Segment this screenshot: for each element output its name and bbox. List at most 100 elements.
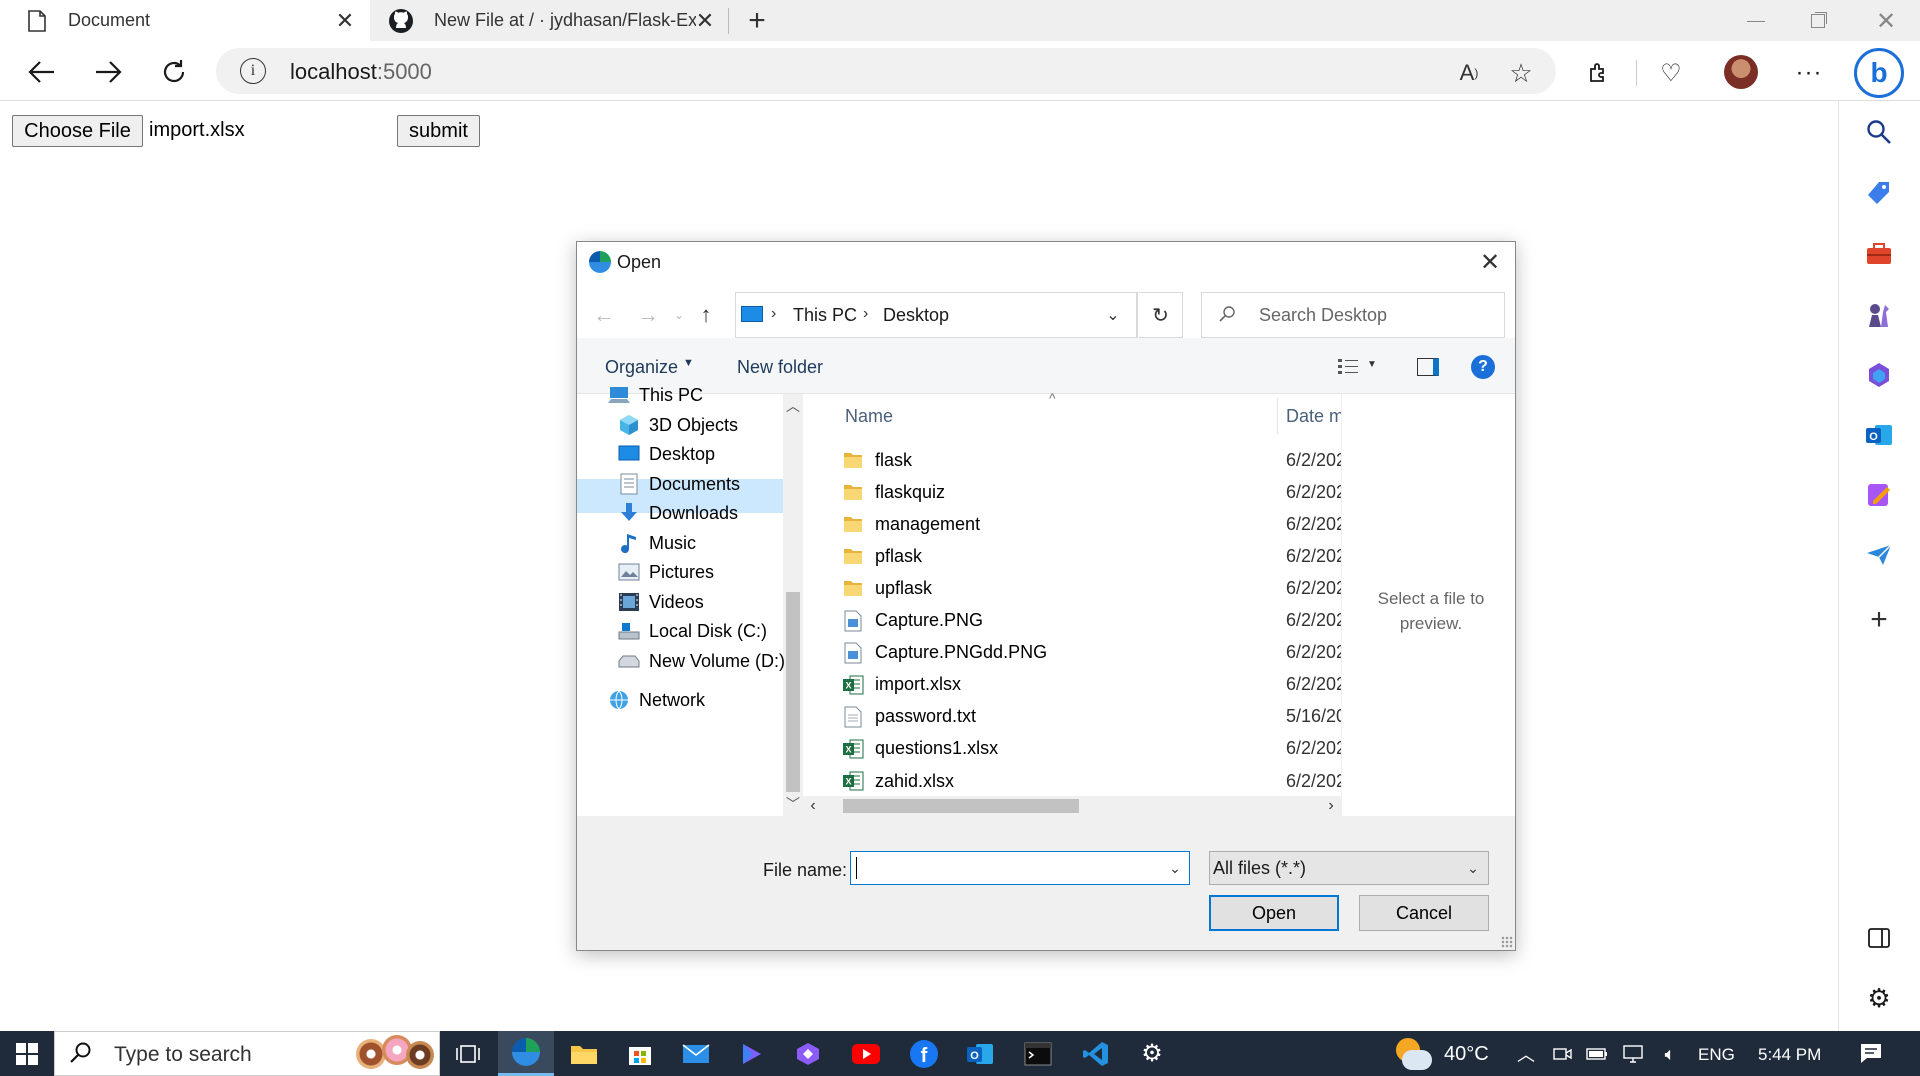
nav-item-new-volume-d[interactable]: New Volume (D:) <box>617 646 785 676</box>
file-row[interactable]: password.txt 5/16/20 <box>841 701 1341 733</box>
submit-button[interactable]: submit <box>397 115 480 147</box>
file-row[interactable]: Xquestions1.xlsx 6/2/202 <box>841 733 1341 765</box>
youtube-icon[interactable] <box>838 1031 894 1076</box>
power-automate-icon[interactable] <box>724 1031 780 1076</box>
nav-item-local-disk-c[interactable]: Local Disk (C:) <box>617 616 767 646</box>
preview-pane-icon[interactable] <box>1417 358 1439 376</box>
weather-cloud-sun-icon[interactable] <box>1392 1034 1434 1074</box>
forward-arrow-icon[interactable]: → <box>633 300 663 330</box>
file-row[interactable]: Capture.PNGdd.PNG 6/2/202 <box>841 637 1341 669</box>
file-row[interactable]: flaskquiz 6/2/202 <box>841 476 1341 508</box>
view-options-icon[interactable] <box>1335 354 1361 380</box>
nav-item-documents[interactable]: Documents <box>617 469 740 499</box>
view-options-chevron-icon[interactable]: ▼ <box>1367 359 1377 370</box>
resize-grip-icon[interactable] <box>1501 936 1513 948</box>
file-explorer-icon[interactable] <box>556 1031 612 1076</box>
nav-item-downloads[interactable]: Downloads <box>617 498 738 528</box>
send-drop-icon[interactable] <box>1838 535 1920 575</box>
nav-item-network[interactable]: Network <box>607 685 705 715</box>
help-icon[interactable]: ? <box>1471 355 1495 379</box>
settings-gear-icon[interactable]: ⚙ <box>1838 978 1920 1018</box>
edge-taskbar-icon[interactable] <box>498 1031 554 1076</box>
nav-item-music[interactable]: Music <box>617 528 696 558</box>
column-header-date[interactable]: Date m <box>1286 406 1344 427</box>
file-row[interactable]: upflask 6/2/202 <box>841 572 1341 604</box>
open-button[interactable]: Open <box>1209 895 1339 931</box>
scroll-left-chevron-icon[interactable]: ‹ <box>805 796 821 816</box>
file-row[interactable]: Ximport.xlsx 6/2/202 <box>841 669 1341 701</box>
close-icon[interactable]: ✕ <box>334 8 356 33</box>
extensions-icon[interactable] <box>1582 56 1616 90</box>
file-name-input[interactable] <box>850 851 1190 885</box>
new-tab-plus-icon[interactable]: + <box>740 4 774 38</box>
volume-icon[interactable]: 🔈︎ <box>1656 1041 1684 1067</box>
info-icon[interactable]: i <box>240 58 266 84</box>
close-icon[interactable]: ✕ <box>694 8 716 33</box>
outlook-icon[interactable]: O <box>1838 415 1920 455</box>
breadcrumb-desktop[interactable]: Desktop <box>883 305 949 326</box>
favorites-add-icon[interactable]: ☆ <box>1504 56 1538 90</box>
outlook-taskbar-icon[interactable]: O <box>952 1031 1008 1076</box>
terminal-icon[interactable] <box>1010 1031 1066 1076</box>
shopping-tag-icon[interactable] <box>1838 173 1920 213</box>
tools-briefcase-icon[interactable] <box>1838 234 1920 274</box>
file-row[interactable]: Xzahid.xlsx 6/2/202 <box>841 765 1341 796</box>
battery-icon[interactable] <box>1584 1041 1610 1067</box>
power-apps-icon[interactable] <box>780 1031 836 1076</box>
microsoft-365-icon[interactable] <box>1838 355 1920 395</box>
recent-chevron-down-icon[interactable]: ⌄ <box>669 300 689 330</box>
url-text[interactable]: localhost:5000 <box>290 59 432 85</box>
nav-item-pictures[interactable]: Pictures <box>617 557 714 587</box>
up-arrow-icon[interactable]: ↑ <box>691 300 721 330</box>
breadcrumb-this-pc[interactable]: This PC <box>793 305 857 326</box>
nav-item-3d-objects[interactable]: 3D Objects <box>617 410 738 440</box>
designer-icon[interactable] <box>1838 475 1920 515</box>
settings-gear-icon[interactable]: ⚙ <box>1124 1031 1180 1076</box>
read-aloud-icon[interactable]: A) <box>1452 56 1486 90</box>
tab-document[interactable]: Document ✕ <box>0 0 370 41</box>
scroll-up-chevron-icon[interactable]: ︿ <box>783 396 803 416</box>
choose-file-button[interactable]: Choose File <box>12 115 143 147</box>
back-arrow-icon[interactable]: ← <box>589 300 619 330</box>
new-folder-button[interactable]: New folder <box>737 357 823 378</box>
horizontal-scroll-thumb[interactable] <box>843 799 1079 813</box>
nav-scroll-thumb[interactable] <box>786 592 800 792</box>
column-header-name[interactable]: Name <box>845 406 893 427</box>
language-indicator[interactable]: ENG <box>1698 1045 1735 1065</box>
refresh-icon[interactable] <box>154 52 194 92</box>
back-arrow-icon[interactable] <box>22 52 62 92</box>
hide-sidebar-icon[interactable] <box>1838 918 1920 958</box>
nav-item-this-pc[interactable]: This PC <box>607 380 703 410</box>
file-row[interactable]: management 6/2/202 <box>841 508 1341 540</box>
weather-temperature[interactable]: 40°C <box>1444 1043 1489 1066</box>
tray-chevron-up-icon[interactable]: ︿ <box>1514 1041 1538 1067</box>
restore-icon[interactable] <box>1798 4 1838 38</box>
notifications-icon[interactable] <box>1856 1038 1886 1068</box>
refresh-icon[interactable]: ↻ <box>1139 292 1183 338</box>
task-view-icon[interactable] <box>440 1031 496 1076</box>
minimize-icon[interactable] <box>1736 4 1776 38</box>
window-close-icon[interactable]: ✕ <box>1866 4 1906 38</box>
mail-icon[interactable] <box>668 1031 724 1076</box>
file-name-dropdown-chevron-icon[interactable]: ⌄ <box>1163 854 1187 882</box>
scroll-down-chevron-icon[interactable]: ﹀ <box>783 794 803 814</box>
network-icon[interactable] <box>1620 1041 1646 1067</box>
windows-start-icon[interactable] <box>0 1031 54 1076</box>
clock-time[interactable]: 5:44 PM <box>1758 1045 1821 1065</box>
browser-essentials-icon[interactable]: ♡ <box>1654 56 1688 90</box>
vscode-icon[interactable] <box>1068 1031 1124 1076</box>
tab-github[interactable]: New File at / · jydhasan/Flask-Exc ✕ <box>372 0 722 41</box>
forward-arrow-icon[interactable] <box>88 52 128 92</box>
nav-item-videos[interactable]: Videos <box>617 587 704 617</box>
search-icon[interactable] <box>1838 112 1920 152</box>
path-dropdown-chevron-icon[interactable]: ⌄ <box>1097 300 1129 330</box>
file-type-chevron-icon[interactable]: ⌄ <box>1461 854 1485 882</box>
file-row[interactable]: flask 6/2/202 <box>841 444 1341 476</box>
file-row[interactable]: Capture.PNG 6/2/202 <box>841 605 1341 637</box>
bing-copilot-icon[interactable]: b <box>1854 48 1904 98</box>
facebook-icon[interactable]: f <box>896 1031 952 1076</box>
file-row[interactable]: pflask 6/2/202 <box>841 540 1341 572</box>
add-sidebar-app-icon[interactable]: + <box>1838 600 1920 640</box>
scroll-right-chevron-icon[interactable]: › <box>1323 796 1339 816</box>
dialog-close-icon[interactable]: ✕ <box>1475 248 1505 276</box>
